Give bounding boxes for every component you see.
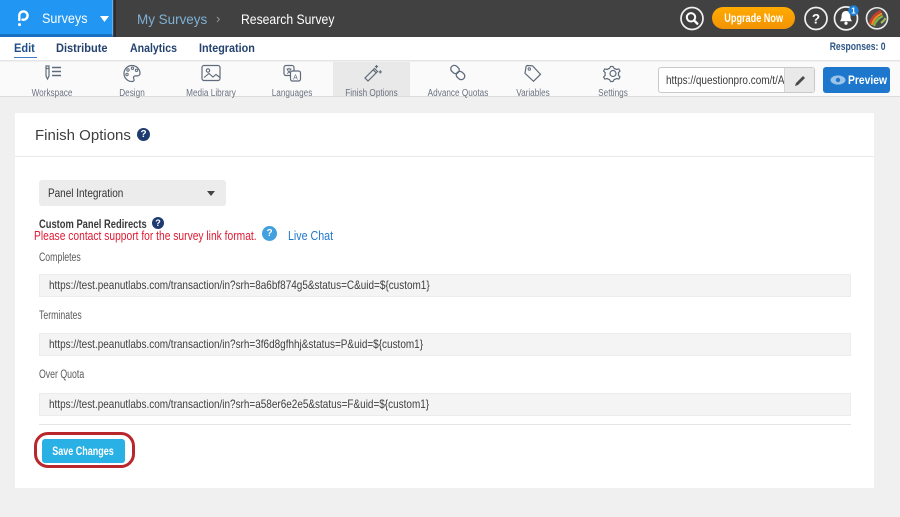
svg-text:A: A [293, 75, 298, 82]
svg-text:?: ? [812, 12, 820, 27]
svg-text:1: 1 [851, 6, 856, 15]
